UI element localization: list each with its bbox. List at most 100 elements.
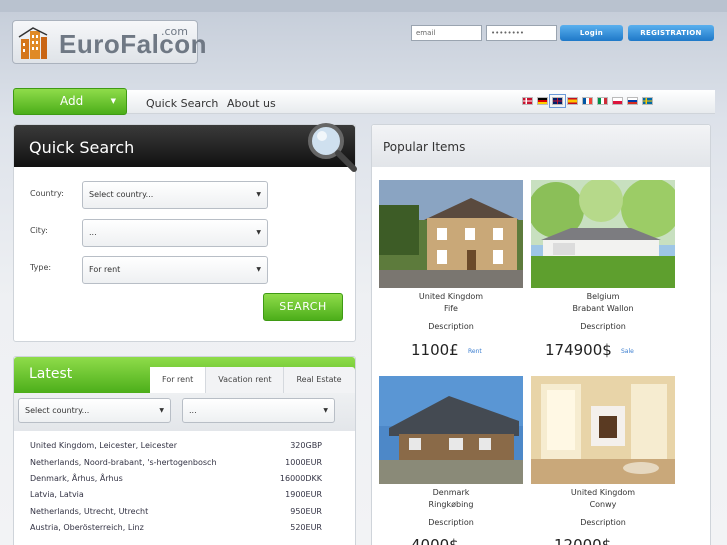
property-country: United Kingdom (418, 292, 484, 301)
property-photo[interactable] (531, 180, 675, 288)
property-price: 4000$ (411, 536, 459, 545)
property-region: Ringkøbing (428, 500, 474, 509)
latest-header: Latest For rent Vacation rent Real Estat… (14, 357, 355, 393)
property-description[interactable]: Description (379, 517, 523, 529)
nav-about-us[interactable]: About us (227, 97, 276, 110)
password-input[interactable]: •••••••• (486, 25, 557, 41)
property-tag: Rent (468, 348, 482, 355)
latest-place: Netherlands, Noord-brabant, 's-hertogenb… (30, 458, 217, 467)
property-region: Conwy (589, 500, 617, 509)
property-price: 1100£ (411, 341, 459, 359)
latest-row[interactable]: Latvia, Latvia 1900EUR (30, 490, 322, 499)
country-label: Country: (30, 189, 64, 198)
property-location: Denmark Ringkøbing (379, 487, 523, 511)
property-photo[interactable] (379, 180, 523, 288)
type-label: Type: (30, 263, 52, 272)
city-label: City: (30, 226, 48, 235)
magnifier-icon (308, 123, 357, 172)
latest-price: 520EUR (290, 523, 322, 532)
city-select[interactable]: ... ▼ (82, 219, 268, 247)
tab-real-estate[interactable]: Real Estate (284, 367, 353, 393)
property-country: United Kingdom (570, 488, 636, 497)
latest-place: Denmark, Århus, Århus (30, 474, 123, 483)
latest-city-value: ... (189, 406, 197, 415)
latest-panel: Latest For rent Vacation rent Real Estat… (13, 356, 356, 545)
property-region: Fife (444, 304, 458, 313)
dropdown-arrow-icon: ▼ (256, 191, 261, 198)
flag-france-icon[interactable] (582, 97, 593, 105)
nav-quick-search[interactable]: Quick Search (146, 97, 218, 110)
dropdown-arrow-icon: ▼ (323, 407, 328, 414)
flag-denmark-icon[interactable] (522, 97, 533, 105)
property-description[interactable]: Description (531, 321, 675, 333)
property-region: Brabant Wallon (572, 304, 634, 313)
property-price: 12000$ (554, 536, 612, 545)
flag-poland-icon[interactable] (612, 97, 623, 105)
latest-place: United Kingdom, Leicester, Leicester (30, 441, 177, 450)
chevron-down-icon: ▼ (110, 97, 116, 105)
dropdown-arrow-icon: ▼ (256, 266, 261, 273)
property-price: 174900$ (545, 341, 612, 359)
popular-title: Popular Items (383, 140, 466, 154)
property-tag: Sale (621, 348, 634, 355)
latest-price: 320GBP (290, 441, 322, 450)
latest-place: Austria, Oberösterreich, Linz (30, 523, 144, 532)
city-select-value: ... (89, 228, 97, 237)
latest-row[interactable]: United Kingdom, Leicester, Leicester 320G… (30, 441, 322, 450)
flag-russia-icon[interactable] (627, 97, 638, 105)
dropdown-arrow-icon: ▼ (256, 229, 261, 236)
logo[interactable]: EuroFalcon .com (12, 20, 207, 64)
latest-row[interactable]: Netherlands, Utrecht, Utrecht 950EUR (30, 507, 322, 516)
latest-price: 1900EUR (285, 490, 322, 499)
quick-search-panel: Quick Search Country: Select country... … (13, 123, 357, 342)
add-label: Add (60, 94, 84, 108)
property-location: United Kingdom Fife (379, 291, 523, 315)
property-country: Denmark (432, 488, 470, 497)
latest-row[interactable]: Denmark, Århus, Århus 16000DKK (30, 474, 322, 483)
latest-row[interactable]: Netherlands, Noord-brabant, 's-hertogenb… (30, 458, 322, 467)
property-location: United Kingdom Conwy (531, 487, 675, 511)
search-button[interactable]: SEARCH (263, 293, 343, 321)
property-description[interactable]: Description (531, 517, 675, 529)
flag-spain-icon[interactable] (567, 97, 578, 105)
latest-country-value: Select country... (25, 406, 90, 415)
property-country: Belgium (586, 292, 620, 301)
country-select-value: Select country... (89, 190, 154, 199)
flag-uk-icon[interactable] (549, 94, 566, 108)
latest-place: Latvia, Latvia (30, 490, 84, 499)
latest-country-select[interactable]: Select country... ▼ (18, 398, 171, 423)
property-description[interactable]: Description (379, 321, 523, 333)
registration-button[interactable]: REGISTRATION (628, 25, 714, 41)
flag-sweden-icon[interactable] (642, 97, 653, 105)
latest-city-select[interactable]: ... ▼ (182, 398, 335, 423)
tab-for-rent[interactable]: For rent (150, 367, 207, 393)
email-input[interactable]: email (411, 25, 482, 41)
country-select[interactable]: Select country... ▼ (82, 181, 268, 209)
latest-place: Netherlands, Utrecht, Utrecht (30, 507, 149, 516)
flag-italy-icon[interactable] (597, 97, 608, 105)
login-button[interactable]: Login (560, 25, 623, 41)
latest-title: Latest (29, 366, 73, 382)
add-button[interactable]: Add ▼ (13, 88, 127, 115)
property-photo[interactable] (379, 376, 523, 484)
property-photo[interactable] (531, 376, 675, 484)
type-select[interactable]: For rent ▼ (82, 256, 268, 284)
latest-price: 16000DKK (279, 474, 322, 483)
top-strip (0, 0, 727, 12)
building-logo-icon (18, 27, 48, 59)
latest-tabs: For rent Vacation rent Real Estate (150, 367, 355, 393)
latest-price: 1000EUR (285, 458, 322, 467)
popular-panel: Popular Items United Kingdom Fife Descri… (371, 124, 711, 545)
language-flags (522, 94, 653, 108)
property-location: Belgium Brabant Wallon (531, 291, 675, 315)
logo-suffix: .com (161, 25, 188, 38)
type-select-value: For rent (89, 265, 121, 274)
popular-header: Popular Items (372, 125, 710, 167)
latest-price: 950EUR (290, 507, 322, 516)
quick-search-title: Quick Search (29, 138, 135, 157)
tab-vacation-rent[interactable]: Vacation rent (206, 367, 285, 393)
latest-row[interactable]: Austria, Oberösterreich, Linz 520EUR (30, 523, 322, 532)
latest-filter-row: Select country... ▼ ... ▼ (14, 393, 355, 431)
dropdown-arrow-icon: ▼ (159, 407, 164, 414)
flag-germany-icon[interactable] (537, 97, 548, 105)
